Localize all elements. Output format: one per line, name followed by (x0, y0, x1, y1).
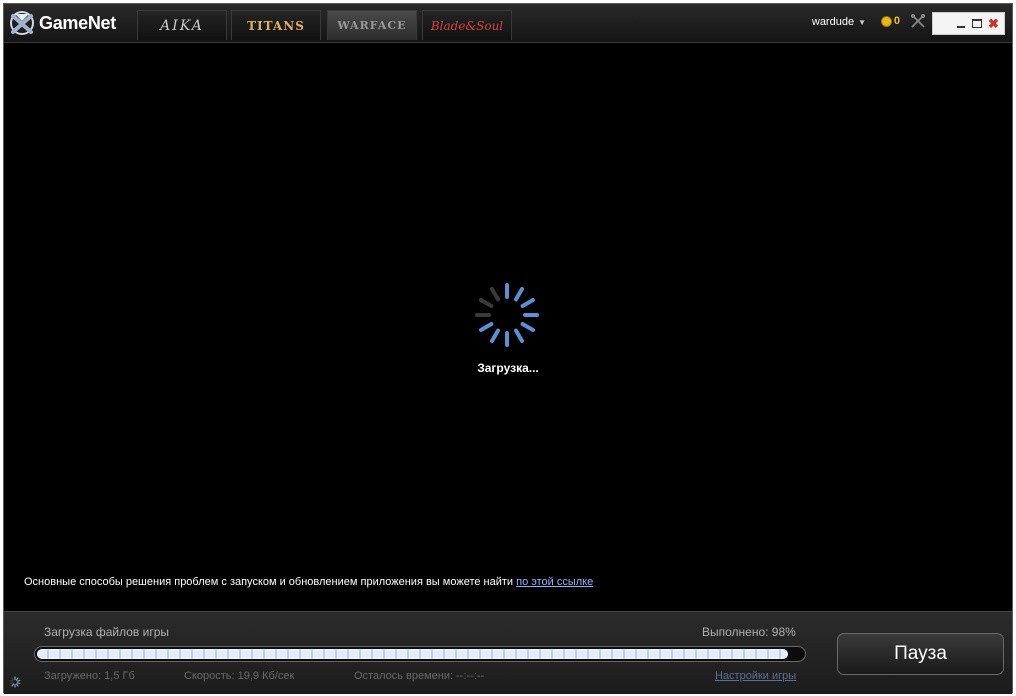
spinner-segment (520, 298, 535, 308)
download-label: Загрузка файлов игры (44, 625, 170, 639)
maximize-button[interactable] (972, 19, 982, 28)
help-text: Основные способы решения проблем с запус… (24, 576, 514, 588)
tab-label: WARFACE (337, 19, 407, 32)
app-window: GameNet AIKA TITANS WARFACE Blade&Soul w… (3, 3, 1013, 694)
tab-warface[interactable]: WARFACE (327, 10, 417, 40)
gamenet-logo-icon (10, 11, 34, 35)
close-button[interactable]: ✖ (988, 17, 999, 30)
app-logo[interactable]: GameNet (9, 9, 116, 37)
spinner-segment (514, 328, 524, 343)
spinner-segment (16, 679, 21, 682)
username: wardude (811, 16, 855, 28)
minimize-button[interactable] (956, 19, 966, 29)
spinner-segment (490, 328, 500, 343)
tab-aika[interactable]: AIKA (137, 10, 227, 40)
tab-titans[interactable]: TITANS (231, 10, 321, 40)
app-name: GameNet (39, 12, 116, 33)
spinner-segment (16, 682, 21, 685)
loading-spinner-icon (475, 283, 539, 347)
chevron-down-icon: ▼ (858, 17, 866, 27)
help-link[interactable]: по этой ссылке (516, 576, 593, 588)
mini-spinner-icon (9, 676, 21, 688)
loading-text: Загрузка... (477, 361, 539, 375)
help-message: Основные способы решения проблем с запус… (24, 576, 593, 588)
spinner-segment (490, 287, 500, 302)
download-speed: Скорость: 19,9 Кб/сек (184, 670, 295, 682)
spinner-segment (9, 679, 14, 682)
tab-label: TITANS (247, 18, 305, 33)
spinner-segment (520, 322, 535, 332)
coin-count: 0 (893, 15, 900, 27)
title-bar: GameNet AIKA TITANS WARFACE Blade&Soul w… (4, 4, 1012, 43)
spinner-segment (11, 683, 15, 687)
spinner-segment (479, 322, 494, 332)
coin-icon (880, 15, 892, 27)
progress-fill (37, 649, 788, 659)
settings-tools-icon[interactable] (910, 13, 926, 29)
spinner-segment (11, 677, 15, 681)
spinner-segment (9, 682, 14, 685)
main-content: Загрузка... Основные способы решения про… (4, 43, 1012, 611)
progress-bar (34, 646, 806, 662)
download-panel: Загрузка файлов игры Выполнено: 98% Загр… (4, 611, 1012, 694)
time-remaining: Осталось времени: --:--:-- (354, 670, 485, 682)
spinner-segment (479, 298, 494, 308)
spinner-segment (15, 683, 19, 687)
window-controls: ✖ (932, 12, 1005, 35)
progress-percent-label: Выполнено: 98% (702, 625, 796, 639)
tab-blade-and-soul[interactable]: Blade&Soul (422, 10, 512, 40)
tab-label: Blade&Soul (430, 18, 504, 33)
spinner-segment (514, 287, 524, 302)
game-settings-link[interactable]: Настройки игры (715, 670, 796, 682)
downloaded-size: Загружено: 1,5 Гб (44, 670, 135, 682)
pause-button[interactable]: Пауза (837, 633, 1004, 675)
user-menu[interactable]: wardude ▼ (812, 16, 866, 28)
tab-label: AIKA (160, 17, 204, 34)
coin-balance[interactable]: 0 (880, 15, 900, 27)
spinner-segment (15, 677, 19, 681)
